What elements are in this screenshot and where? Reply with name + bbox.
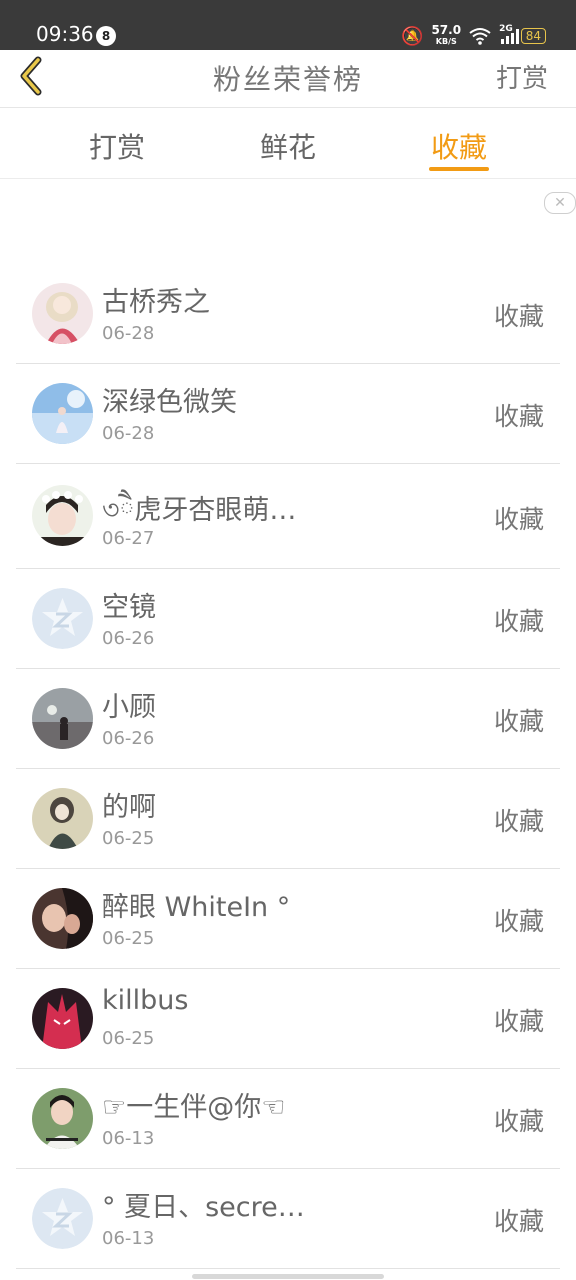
tab-favorites[interactable]: 收藏 — [399, 126, 519, 166]
fan-date: 06-25 — [102, 1028, 155, 1049]
avatar — [32, 988, 93, 1049]
home-indicator[interactable] — [192, 1274, 384, 1279]
net-speed-value: 57.0 — [431, 23, 462, 37]
tab-bar: 打赏 鲜花 收藏 — [0, 108, 576, 179]
avatar — [32, 1088, 93, 1149]
default-avatar-icon — [32, 588, 93, 649]
status-right-icons: 🔕 57.0 KB/S 2G 84 — [401, 22, 546, 50]
list-item[interactable]: ° 夏日、secre… 06-13 收藏 — [16, 1169, 560, 1269]
fan-action: 收藏 — [493, 807, 544, 836]
avatar — [32, 283, 93, 344]
fan-name: ° 夏日、secre… — [102, 1192, 305, 1223]
fan-date: 06-13 — [102, 1128, 155, 1149]
fan-name: 醉眼 WhiteIn ° — [102, 892, 291, 923]
fan-date: 06-25 — [102, 828, 155, 849]
fan-name: 小顾 — [102, 692, 156, 723]
net-speed-unit: KB/S — [435, 37, 457, 46]
fan-action: 收藏 — [493, 402, 544, 431]
page-title: 粉丝荣誉榜 — [212, 63, 363, 96]
avatar — [32, 1188, 93, 1249]
fan-action: 收藏 — [493, 707, 544, 736]
tab-reward[interactable]: 打赏 — [57, 126, 177, 166]
status-time: 09:36 — [36, 22, 94, 46]
status-bar: 09:36 8 🔕 57.0 KB/S 2G 84 — [0, 0, 576, 50]
nav-bar: 粉丝荣誉榜 打赏 — [0, 50, 576, 108]
avatar — [32, 788, 93, 849]
fan-date: 06-25 — [102, 928, 155, 949]
fan-date: 06-28 — [102, 323, 155, 344]
network-type: 2G — [499, 24, 513, 34]
fan-name: 的啊 — [102, 792, 156, 823]
avatar — [32, 688, 93, 749]
fan-name: 深绿色微笑 — [102, 387, 237, 418]
fan-action: 收藏 — [493, 1007, 544, 1036]
fan-date: 06-26 — [102, 628, 155, 649]
close-ad-button[interactable]: ✕ — [544, 192, 576, 214]
fan-action: 收藏 — [493, 1107, 544, 1136]
fan-date: 06-27 — [102, 528, 155, 549]
list-item[interactable]: 小顾 06-26 收藏 — [16, 669, 560, 769]
notification-badge: 8 — [96, 26, 116, 46]
fan-action: 收藏 — [493, 907, 544, 936]
fan-name: 空镜 — [102, 592, 156, 623]
list-item[interactable]: ☞一生伴@你☜ 06-13 收藏 — [16, 1069, 560, 1169]
avatar — [32, 383, 93, 444]
mute-icon: 🔕 — [401, 25, 424, 47]
fan-date: 06-13 — [102, 1228, 155, 1249]
tab-flowers[interactable]: 鲜花 — [228, 126, 348, 166]
list-item[interactable]: 醉眼 WhiteIn ° 06-25 收藏 — [16, 869, 560, 969]
fan-name: killbus — [102, 985, 189, 1016]
list-item[interactable]: ৩ཻ虎牙杏眼萌… 06-27 收藏 — [16, 464, 560, 569]
fan-date: 06-28 — [102, 423, 155, 444]
fan-list: 古桥秀之 06-28 收藏 深绿色微笑 06-28 收藏 ৩ཻ虎牙杏眼萌… 06… — [0, 264, 576, 1269]
default-avatar-icon — [32, 1188, 93, 1249]
list-item[interactable]: 深绿色微笑 06-28 收藏 — [16, 364, 560, 464]
list-item[interactable]: killbus 06-25 收藏 — [16, 969, 560, 1069]
fan-name: 古桥秀之 — [102, 287, 210, 318]
battery-indicator: 84 — [520, 28, 546, 44]
avatar — [32, 888, 93, 949]
fan-action: 收藏 — [493, 1207, 544, 1236]
list-item[interactable]: 的啊 06-25 收藏 — [16, 769, 560, 869]
close-icon: ✕ — [554, 195, 566, 211]
fan-action: 收藏 — [493, 607, 544, 636]
avatar — [32, 588, 93, 649]
reward-button[interactable]: 打赏 — [496, 58, 548, 95]
list-item[interactable]: 古桥秀之 06-28 收藏 — [16, 264, 560, 364]
fan-action: 收藏 — [493, 302, 544, 331]
list-item[interactable]: 空镜 06-26 收藏 — [16, 569, 560, 669]
fan-date: 06-26 — [102, 728, 155, 749]
fan-name: ☞一生伴@你☜ — [102, 1092, 286, 1123]
wifi-icon — [469, 27, 491, 45]
net-speed: 57.0 KB/S — [431, 23, 462, 47]
fan-action: 收藏 — [493, 505, 544, 534]
avatar — [32, 485, 93, 546]
active-tab-indicator — [429, 167, 489, 171]
